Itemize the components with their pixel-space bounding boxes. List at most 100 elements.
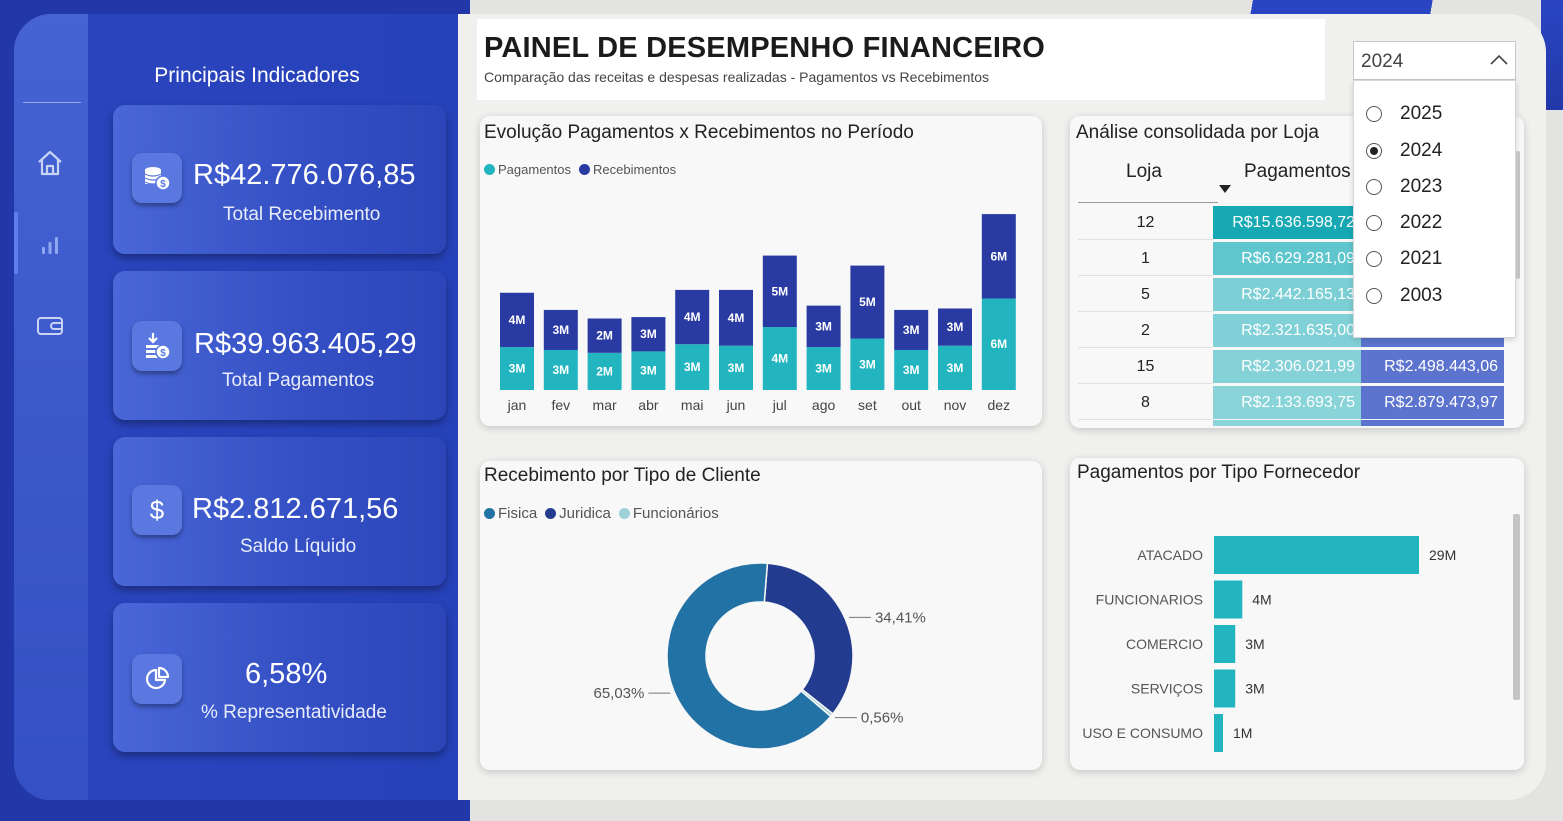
x-tick-label: jul [772, 397, 787, 413]
data-label: 4M [684, 310, 701, 324]
kpi-value: R$42.776.076,85 [193, 159, 416, 191]
cell-pagamentos: R$15.636.598,72 [1213, 206, 1361, 239]
radio-button[interactable] [1366, 215, 1382, 231]
monthly-chart-card: Evolução Pagamentos x Recebimentos no Pe… [480, 116, 1042, 426]
bar-serviços[interactable] [1214, 669, 1236, 708]
year-option-2024[interactable]: 2024 [1366, 139, 1442, 163]
x-tick-label: jan [507, 397, 527, 413]
bar-chart-icon[interactable] [34, 228, 66, 260]
radio-button[interactable] [1366, 179, 1382, 195]
year-option-2023[interactable]: 2023 [1366, 175, 1442, 199]
kpi-value: R$2.812.671,56 [192, 493, 399, 525]
data-label: 5M [771, 284, 788, 298]
cell-pagamentos: R$2.442.165,13 [1213, 278, 1361, 311]
bar-uso-e-consumo[interactable] [1214, 714, 1223, 752]
donut-data-label: 65,03% [593, 685, 644, 702]
data-label: 3M [903, 363, 920, 377]
chevron-up-icon[interactable] [1489, 52, 1509, 66]
donut-chart: 34,41% 0,56% 65,03% [593, 562, 926, 750]
data-label: 3M [509, 362, 526, 376]
data-label: 2M [596, 329, 613, 343]
data-label: 3M [947, 320, 964, 334]
x-tick-label: jun [726, 397, 746, 413]
pie-icon [132, 654, 182, 704]
year-option-2021[interactable]: 2021 [1366, 247, 1442, 271]
cell-recebimentos: R$2.498.443,06 [1361, 350, 1504, 383]
y-tick-label: SERVIÇOS [1131, 681, 1203, 697]
radio-button[interactable] [1366, 251, 1382, 267]
data-label: 3M [552, 363, 569, 377]
dropdown-scrollbar[interactable] [1516, 151, 1520, 279]
data-label: 3M [859, 357, 876, 371]
year-option-2022[interactable]: 2022 [1366, 211, 1442, 235]
data-label: 3M [1245, 681, 1264, 697]
donut-slice-juridica[interactable] [763, 562, 854, 715]
nav-separator [23, 102, 81, 103]
sort-desc-icon[interactable] [1218, 184, 1232, 194]
data-label: 4M [1252, 592, 1271, 608]
x-tick-label: mar [593, 397, 617, 413]
data-label: 6M [990, 337, 1007, 351]
year-filter-dropdown[interactable]: 2024 [1353, 41, 1516, 80]
data-label: 3M [640, 364, 657, 378]
page-title: PAINEL DE DESEMPENHO FINANCEIRO [484, 32, 1046, 64]
nav-rail [14, 14, 88, 800]
x-tick-label: fev [551, 397, 570, 413]
data-label: 3M [903, 323, 920, 337]
x-tick-label: ago [812, 397, 836, 413]
data-label: 3M [728, 361, 745, 375]
x-tick-label: nov [944, 397, 967, 413]
data-label: 3M [815, 362, 832, 376]
data-label: 5M [859, 295, 876, 309]
cell-recebimentos: R$2.879.473,97 [1361, 386, 1504, 419]
option-label: 2021 [1400, 248, 1443, 269]
data-label: 3M [815, 319, 832, 333]
data-label: 2M [596, 364, 613, 378]
data-label: 3M [640, 327, 657, 341]
kpi-value: R$39.963.405,29 [194, 328, 417, 360]
donut-card: Recebimento por Tipo de Cliente Fisica J… [480, 461, 1042, 770]
x-tick-label: out [901, 397, 921, 413]
data-label: 3M [684, 360, 701, 374]
option-label: 2023 [1400, 176, 1443, 197]
home-icon[interactable] [34, 147, 66, 179]
kpi-card-total-recebimento: $ R$42.776.076,85 Total Recebimento [113, 105, 446, 254]
table-row-partial [1213, 420, 1504, 426]
x-tick-label: set [858, 397, 877, 413]
data-label: 4M [728, 311, 745, 325]
cell-pagamentos: R$2.306.021,99 [1213, 350, 1361, 383]
page-subtitle: Comparação das receitas e despesas reali… [484, 69, 990, 85]
data-label: 29M [1429, 547, 1456, 563]
column-header-loja[interactable]: Loja [1126, 161, 1162, 183]
year-option-2003[interactable]: 2003 [1366, 284, 1442, 308]
x-tick-label: dez [988, 397, 1011, 413]
radio-button[interactable] [1366, 106, 1382, 122]
supplier-chart-card: Pagamentos por Tipo Fornecedor ATACADO 29… [1070, 458, 1524, 770]
data-label: 6M [990, 249, 1007, 263]
radio-button-selected[interactable] [1366, 143, 1382, 159]
kpi-card-total-pagamentos: $ R$39.963.405,29 Total Pagamentos [113, 271, 446, 420]
x-tick-label: mai [681, 397, 704, 413]
sidebar-title: Principais Indicadores [154, 64, 360, 87]
option-label: 2024 [1400, 140, 1443, 161]
option-label: 2022 [1400, 212, 1443, 233]
data-label: 4M [509, 313, 526, 327]
y-tick-label: FUNCIONARIOS [1096, 592, 1203, 608]
year-option-2025[interactable]: 2025 [1366, 102, 1442, 126]
bar-funcionarios[interactable] [1214, 580, 1243, 619]
data-label: 4M [771, 352, 788, 366]
monthly-bar-chart: 3M 4M jan 3M 3M fev 2M 2M mar 3M 3M abr 3M 4M mai 3M 4M j… [500, 214, 1016, 413]
wallet-icon[interactable] [34, 310, 66, 342]
dollar-icon: $ [132, 485, 182, 535]
data-label: 3M [947, 361, 964, 375]
radio-button[interactable] [1366, 288, 1382, 304]
row-dividers [1078, 204, 1213, 420]
payment-icon: $ [132, 321, 182, 371]
bar-comercio[interactable] [1214, 625, 1236, 663]
kpi-label: Total Pagamentos [222, 370, 375, 391]
data-label: 3M [1245, 636, 1264, 652]
bar-atacado[interactable] [1214, 536, 1419, 574]
column-header-pagamentos[interactable]: Pagamentos [1244, 161, 1351, 183]
kpi-value: 6,58% [245, 658, 328, 690]
y-tick-label: ATACADO [1137, 547, 1203, 563]
